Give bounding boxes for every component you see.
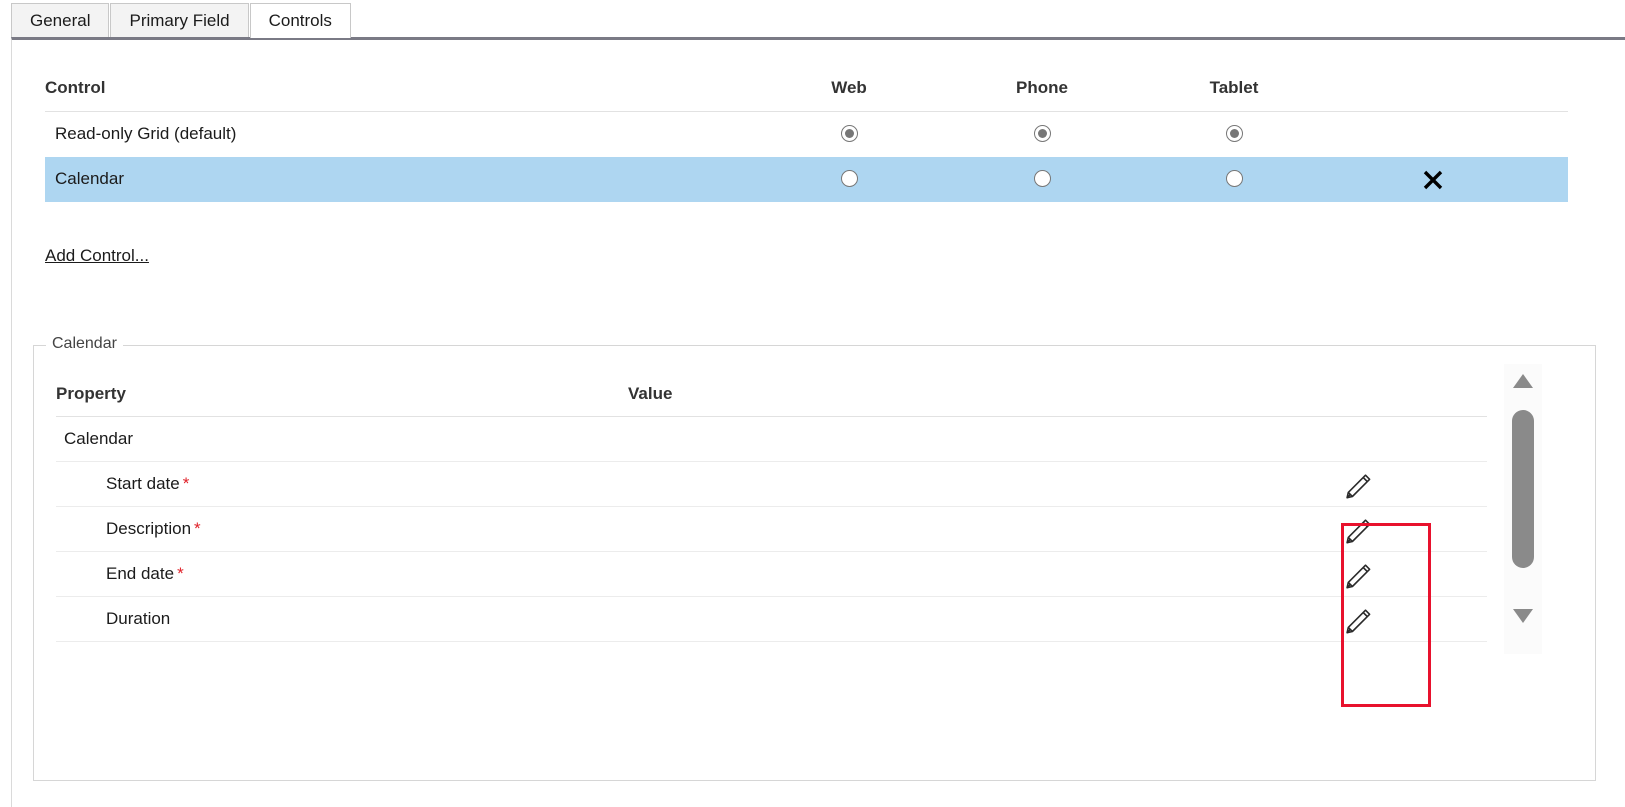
required-marker: * xyxy=(182,474,190,493)
triangle-down-icon[interactable] xyxy=(1513,609,1533,623)
controls-panel: Control Web Phone Tablet Read-only Grid … xyxy=(11,37,1625,807)
control-name-label: Calendar xyxy=(55,169,124,188)
property-label-text: End date xyxy=(106,564,175,583)
property-label-text: Start date xyxy=(106,474,180,493)
property-name-label: Description * xyxy=(106,519,201,539)
radio-cell-phone xyxy=(982,125,1102,142)
pencil-icon[interactable] xyxy=(1341,515,1375,545)
column-header-tablet: Tablet xyxy=(1209,78,1259,97)
radio-tablet[interactable] xyxy=(1225,125,1243,142)
radio-web[interactable] xyxy=(840,125,858,142)
close-x-icon[interactable] xyxy=(1418,165,1448,195)
controls-table: Control Web Phone Tablet Read-only Grid … xyxy=(45,70,1568,202)
properties-table: Property Value Calendar Start date * Des… xyxy=(56,380,1487,642)
property-name-label: End date * xyxy=(106,564,184,584)
radio-phone[interactable] xyxy=(1033,170,1051,187)
property-name-label: Start date * xyxy=(106,474,189,494)
radio-phone[interactable] xyxy=(1033,125,1051,142)
triangle-up-icon[interactable] xyxy=(1513,374,1533,388)
property-name-label: Duration xyxy=(106,609,170,629)
control-name-label: Read-only Grid (default) xyxy=(55,124,237,143)
required-marker: * xyxy=(177,564,184,583)
properties-table-header: Property Value xyxy=(56,380,1487,417)
scrollbar-thumb[interactable] xyxy=(1512,410,1534,568)
tab-controls-label: Controls xyxy=(268,11,332,30)
table-row[interactable]: Read-only Grid (default) xyxy=(45,112,1568,157)
table-row[interactable]: Start date * xyxy=(56,462,1487,507)
table-row[interactable]: Duration xyxy=(56,597,1487,642)
radio-cell-phone xyxy=(982,170,1102,187)
radio-tablet[interactable] xyxy=(1225,170,1243,187)
radio-cell-web xyxy=(789,170,909,187)
table-row[interactable]: Description * xyxy=(56,507,1487,552)
tab-primary-field-label: Primary Field xyxy=(129,11,230,30)
column-header-property: Property xyxy=(56,384,126,403)
column-header-value: Value xyxy=(628,384,673,403)
radio-cell-web xyxy=(789,125,909,142)
vertical-scrollbar[interactable] xyxy=(1504,364,1542,654)
required-marker: * xyxy=(194,519,201,538)
table-row[interactable]: End date * xyxy=(56,552,1487,597)
pencil-icon[interactable] xyxy=(1341,470,1375,500)
tab-controls[interactable]: Controls xyxy=(249,3,351,38)
table-row[interactable]: Calendar xyxy=(45,157,1568,202)
radio-cell-tablet xyxy=(1174,125,1294,142)
column-header-phone: Phone xyxy=(1016,78,1068,97)
tab-general[interactable]: General xyxy=(11,3,110,38)
property-label-text: Description xyxy=(106,519,192,538)
column-header-web: Web xyxy=(831,78,867,97)
column-header-control: Control xyxy=(45,78,106,97)
controls-table-header: Control Web Phone Tablet xyxy=(45,70,1568,112)
tab-strip: General Primary Field Controls xyxy=(0,0,1625,38)
property-label-text: Calendar xyxy=(64,429,133,448)
table-row[interactable]: Calendar xyxy=(56,417,1487,462)
calendar-properties-fieldset: Calendar Property Value Calendar Start d… xyxy=(33,335,1596,781)
pencil-icon[interactable] xyxy=(1341,605,1375,635)
pencil-icon[interactable] xyxy=(1341,560,1375,590)
property-label-text: Duration xyxy=(106,609,171,628)
fieldset-legend: Calendar xyxy=(46,335,123,353)
radio-cell-tablet xyxy=(1174,170,1294,187)
add-control-link[interactable]: Add Control... xyxy=(45,246,149,266)
radio-web[interactable] xyxy=(840,170,858,187)
tab-general-label: General xyxy=(30,11,91,30)
property-name-label: Calendar xyxy=(64,429,133,449)
tab-primary-field[interactable]: Primary Field xyxy=(110,3,249,38)
